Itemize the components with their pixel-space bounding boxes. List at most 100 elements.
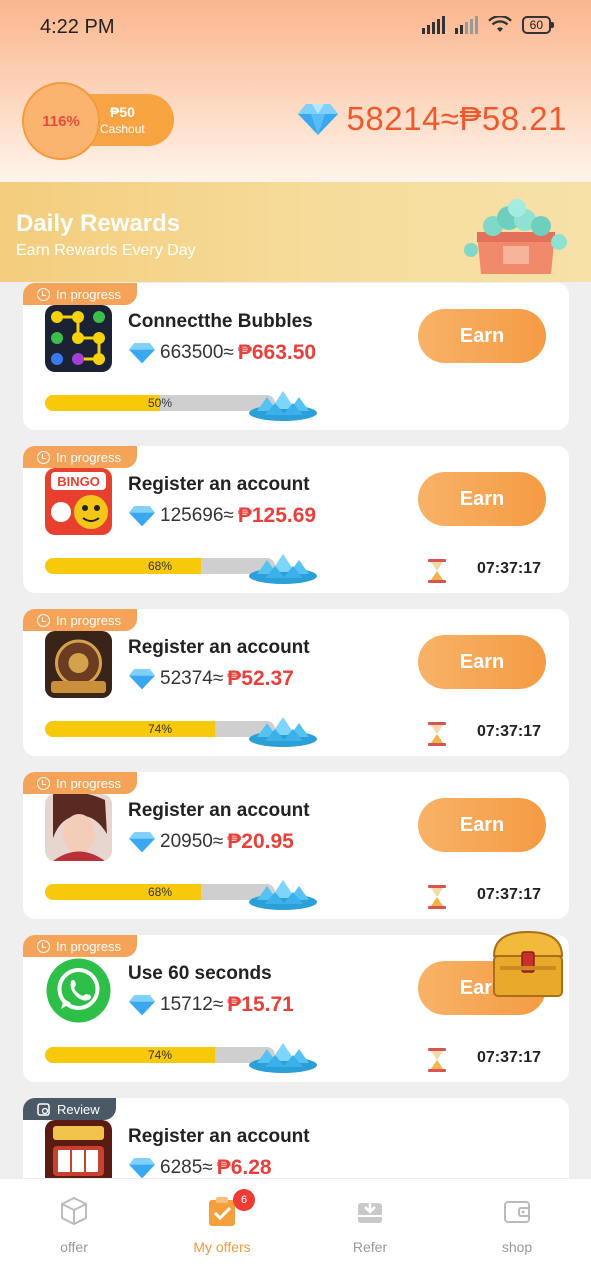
status-tag-label: In progress (56, 775, 122, 791)
progress-bar: 68% (45, 558, 275, 574)
progress-label: 74% (147, 1048, 173, 1062)
hourglass-icon (428, 722, 446, 746)
reward-peso: ₱6.28 (216, 1156, 272, 1179)
clock-icon (37, 776, 50, 790)
nav-refer[interactable]: Refer (315, 1195, 425, 1255)
progress-bar: 74% (45, 721, 275, 737)
task-reward: 52374≈ ₱52.37 (128, 667, 294, 691)
reward-peso: ₱20.95 (227, 830, 294, 853)
hourglass-icon (428, 885, 446, 909)
task-card[interactable]: In progress Connectthe Bubbles 663500≈ ₱… (23, 283, 569, 430)
countdown-timer: 07:37:17 (477, 886, 542, 903)
banner-subtitle: Earn Rewards Every Day (16, 242, 196, 259)
status-tag: In progress (23, 772, 138, 794)
task-title: Register an account (128, 800, 310, 821)
diamond-icon (129, 832, 155, 853)
reward-peso: ₱663.50 (237, 341, 317, 364)
gems-pile-icon (249, 391, 317, 421)
treasure-chest-icon[interactable] (486, 926, 570, 1002)
gem-chest-icon (464, 199, 567, 274)
nav-offer[interactable]: offer (19, 1195, 129, 1255)
status-tag-label: Review (57, 1101, 100, 1117)
task-reward: 125696≈ ₱125.69 (128, 504, 316, 528)
countdown-timer: 07:37:17 (477, 723, 542, 740)
status-tag-label: In progress (56, 938, 122, 954)
reward-diamonds: 663500≈ (160, 342, 234, 363)
status-tag-label: In progress (56, 449, 122, 465)
bingo-plus-icon: BINGO (45, 468, 112, 535)
clock-icon (37, 287, 50, 301)
gems-pile-icon (249, 1043, 317, 1073)
gems-pile-icon (249, 717, 317, 747)
earn-button[interactable]: Earn (418, 798, 546, 852)
reward-diamonds: 125696≈ (160, 505, 234, 526)
task-reward: 15712≈ ₱15.71 (128, 993, 294, 1017)
bottom-nav: offer 6 My offers Refer shop (0, 1178, 591, 1280)
reward-peso: ₱125.69 (237, 504, 317, 527)
signal-icon-secondary (454, 16, 478, 34)
progress-bar: 68% (45, 884, 275, 900)
progress-label: 68% (147, 559, 173, 573)
hourglass-icon (428, 1048, 446, 1072)
header-area: 4:22 PM 60 ₱50 Cashout 116% 58214≈₱58.21 (0, 0, 591, 182)
reward-diamonds: 6285≈ (160, 1157, 213, 1178)
task-title: Use 60 seconds (128, 963, 272, 984)
reward-diamonds: 20950≈ (160, 831, 224, 852)
cashout-progress-percent: 116% (42, 112, 80, 130)
task-card[interactable]: In progress Register an account 20950≈ ₱… (23, 772, 569, 919)
cashout-amount: ₱50 (110, 104, 135, 120)
task-title: Register an account (128, 637, 310, 658)
earn-button[interactable]: Earn (418, 472, 546, 526)
earn-button[interactable]: Earn (418, 635, 546, 689)
status-tag-label: In progress (56, 612, 122, 628)
cashout-progress-circle: 116% (22, 82, 100, 160)
task-title: Connectthe Bubbles (128, 311, 313, 332)
inbox-download-icon (358, 1199, 382, 1223)
task-card[interactable]: In progress BINGO Register an account 12… (23, 446, 569, 593)
wallet-icon (504, 1201, 530, 1223)
status-tag: Review (23, 1098, 116, 1120)
task-card[interactable]: In progress Register an account 52374≈ ₱… (23, 609, 569, 756)
balance: 58214≈₱58.21 (297, 100, 567, 138)
cashout-label: Cashout (100, 122, 145, 136)
hero-game-icon (45, 794, 112, 861)
clock-icon (37, 450, 50, 464)
wifi-icon (487, 16, 512, 32)
diamond-icon (129, 506, 155, 527)
nav-label: shop (501, 1239, 533, 1255)
progress-label: 50% (147, 396, 173, 410)
hourglass-icon (428, 559, 446, 583)
bubbles-game-icon (45, 305, 112, 372)
battery-icon: 60 (521, 16, 555, 34)
clock-icon (37, 613, 50, 627)
whatsapp-icon (46, 958, 111, 1023)
svg-text:BINGO: BINGO (57, 474, 100, 489)
reward-peso: ₱15.71 (227, 993, 294, 1016)
status-tag-label: In progress (56, 286, 122, 302)
diamond-icon (129, 1158, 155, 1179)
status-tag: In progress (23, 609, 138, 631)
diamond-icon (297, 104, 338, 135)
signal-icon (421, 16, 445, 34)
diamond-icon (129, 995, 155, 1016)
progress-bar: 74% (45, 1047, 275, 1063)
earn-button[interactable]: Earn (418, 309, 546, 363)
task-title: Register an account (128, 474, 310, 495)
nav-label: Refer (352, 1239, 388, 1255)
clock-icon (37, 939, 50, 953)
cube-icon (61, 1196, 87, 1226)
progress-label: 74% (147, 722, 173, 736)
diamond-icon (129, 343, 155, 364)
nav-my-offers[interactable]: 6 My offers (167, 1189, 277, 1255)
status-tag: In progress (23, 283, 138, 305)
progress-label: 68% (147, 885, 173, 899)
task-title: Register an account (128, 1126, 310, 1147)
status-tag: In progress (23, 446, 138, 468)
countdown-timer: 07:37:17 (477, 560, 542, 577)
reward-diamonds: 15712≈ (160, 994, 224, 1015)
cashout-widget[interactable]: ₱50 Cashout 116% (22, 82, 174, 160)
daily-rewards-banner[interactable]: Daily Rewards Earn Rewards Every Day (0, 182, 591, 282)
progress-bar: 50% (45, 395, 275, 411)
nav-shop[interactable]: shop (462, 1195, 572, 1255)
task-reward: 663500≈ ₱663.50 (128, 341, 316, 365)
